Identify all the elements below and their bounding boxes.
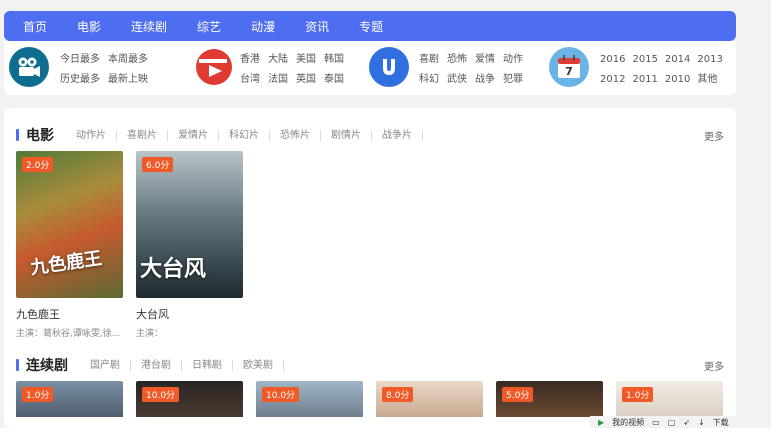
section-accent-bar	[16, 129, 19, 141]
tab-jp-kr[interactable]: 日韩剧	[182, 359, 233, 371]
tab-scifi[interactable]: 科幻片	[219, 129, 270, 141]
link-crime[interactable]: 犯罪	[503, 70, 523, 90]
score-badge: 1.0分	[622, 387, 654, 402]
link-romance[interactable]: 爱情	[475, 50, 495, 70]
tab-western[interactable]: 欧美剧	[233, 359, 284, 371]
movie-poster[interactable]: 2.0分 九色鹿王	[16, 151, 123, 298]
tab-comedy[interactable]: 喜剧片	[117, 129, 168, 141]
tab-hk-tw[interactable]: 港台剧	[131, 359, 182, 371]
tab-horror[interactable]: 恐怖片	[270, 129, 321, 141]
tab-domestic[interactable]: 国产剧	[80, 359, 131, 371]
movies-title[interactable]: 电影	[26, 125, 54, 145]
link-comedy[interactable]: 喜剧	[419, 50, 439, 70]
link-kr[interactable]: 韩国	[324, 50, 344, 70]
movie-poster[interactable]: 6.0分 大台风	[136, 151, 243, 298]
score-badge: 6.0分	[142, 157, 174, 172]
u-logo-icon	[369, 47, 409, 87]
movie-card[interactable]: 2.0分 九色鹿王 九色鹿王 主演：葛秋谷,谭咏雯,徐...	[16, 151, 123, 339]
screen-icon[interactable]: ▭	[652, 418, 660, 427]
movies-section-header: 电影 动作片 喜剧片 爱情片 科幻片 恐怖片 剧情片 战争片 更多	[16, 126, 724, 144]
link-fr[interactable]: 法国	[268, 70, 288, 90]
movie-name[interactable]: 大台风	[136, 306, 243, 322]
link-2015[interactable]: 2015	[632, 50, 657, 70]
tab-drama[interactable]: 剧情片	[321, 129, 372, 141]
series-more-link[interactable]: 更多	[704, 358, 724, 373]
score-badge: 10.0分	[262, 387, 300, 402]
score-badge: 8.0分	[382, 387, 414, 402]
movie-card[interactable]: 6.0分 大台风 大台风 主演：	[136, 151, 243, 339]
score-badge: 1.0分	[22, 387, 54, 402]
movies-more-link[interactable]: 更多	[704, 128, 724, 143]
nav-news[interactable]: 资讯	[305, 18, 329, 35]
film-camera-icon	[9, 47, 49, 87]
movie-cast: 主演：葛秋谷,谭咏雯,徐...	[16, 329, 121, 339]
download-icon[interactable]: ↓	[698, 418, 705, 427]
category-strip: 今日最多 本周最多 历史最多 最新上映 香港 大陆 美国 韩国 台湾 法国 英国…	[4, 41, 736, 95]
link-week[interactable]: 本周最多	[108, 50, 148, 70]
link-tw[interactable]: 台湾	[240, 70, 260, 90]
series-poster[interactable]: 10.0分	[136, 381, 243, 417]
tab-action[interactable]: 动作片	[66, 129, 117, 141]
link-wuxia[interactable]: 武侠	[447, 70, 467, 90]
link-2013[interactable]: 2013	[697, 50, 722, 70]
series-section-header: 连续剧 国产剧 港台剧 日韩剧 欧美剧 更多	[16, 356, 724, 374]
movie-name[interactable]: 九色鹿王	[16, 306, 123, 322]
nav-home[interactable]: 首页	[23, 18, 47, 35]
link-2010[interactable]: 2010	[665, 70, 690, 90]
ranking-links: 今日最多 本周最多 历史最多 最新上映	[60, 50, 156, 90]
link-war[interactable]: 战争	[475, 70, 495, 90]
link-hk[interactable]: 香港	[240, 50, 260, 70]
poster-title: 九色鹿王	[29, 248, 104, 279]
series-poster[interactable]: 10.0分	[256, 381, 363, 417]
link-uk[interactable]: 英国	[296, 70, 316, 90]
link-scifi[interactable]: 科幻	[419, 70, 439, 90]
series-poster[interactable]: 8.0分	[376, 381, 483, 417]
chat-icon[interactable]: ▢	[668, 418, 676, 427]
nav-topics[interactable]: 专题	[359, 18, 383, 35]
series-poster[interactable]: 5.0分	[496, 381, 603, 417]
top-nav: 首页 电影 连续剧 综艺 动漫 资讯 专题	[4, 11, 736, 41]
score-badge: 10.0分	[142, 387, 180, 402]
nav-movies[interactable]: 电影	[77, 18, 101, 35]
movie-cast: 主演：	[136, 329, 164, 339]
link-other-year[interactable]: 其他	[697, 70, 717, 90]
link-horror[interactable]: 恐怖	[447, 50, 467, 70]
download-label[interactable]: 下载	[713, 417, 729, 428]
genre-links: 喜剧 恐怖 爱情 动作 科幻 武侠 战争 犯罪	[419, 50, 531, 90]
score-badge: 2.0分	[22, 157, 54, 172]
link-today[interactable]: 今日最多	[60, 50, 100, 70]
nav-series[interactable]: 连续剧	[131, 18, 167, 35]
series-title[interactable]: 连续剧	[26, 355, 68, 375]
link-2014[interactable]: 2014	[665, 50, 690, 70]
series-poster[interactable]: 1.0分	[16, 381, 123, 417]
link-2011[interactable]: 2011	[632, 70, 657, 90]
my-video-label[interactable]: 我的视频	[612, 417, 644, 428]
link-us[interactable]: 美国	[296, 50, 316, 70]
year-links: 2016 2015 2014 2013 2012 2011 2010 其他	[600, 50, 730, 90]
browser-status-bar: ▶ 我的视频 ▭ ▢ ➶ ↓ 下载	[590, 416, 771, 428]
nav-anime[interactable]: 动漫	[251, 18, 275, 35]
rocket-icon[interactable]: ➶	[683, 418, 690, 427]
link-mainland[interactable]: 大陆	[268, 50, 288, 70]
section-accent-bar	[16, 359, 19, 371]
link-th[interactable]: 泰国	[324, 70, 344, 90]
link-latest[interactable]: 最新上映	[108, 70, 148, 90]
calendar-day: 7	[565, 65, 573, 78]
tab-war[interactable]: 战争片	[372, 129, 423, 141]
play-logo-icon	[194, 47, 234, 87]
link-2012[interactable]: 2012	[600, 70, 625, 90]
content-panel: 电影 动作片 喜剧片 爱情片 科幻片 恐怖片 剧情片 战争片 更多 2.0分 九…	[4, 108, 736, 428]
nav-variety[interactable]: 综艺	[197, 18, 221, 35]
link-alltime[interactable]: 历史最多	[60, 70, 100, 90]
region-links: 香港 大陆 美国 韩国 台湾 法国 英国 泰国	[240, 50, 352, 90]
calendar-icon: 7	[549, 47, 589, 87]
my-video-icon[interactable]: ▶	[598, 418, 604, 427]
series-poster[interactable]: 1.0分	[616, 381, 723, 417]
score-badge: 5.0分	[502, 387, 534, 402]
tab-romance[interactable]: 爱情片	[168, 129, 219, 141]
poster-title: 大台风	[140, 257, 207, 282]
link-2016[interactable]: 2016	[600, 50, 625, 70]
link-action[interactable]: 动作	[503, 50, 523, 70]
